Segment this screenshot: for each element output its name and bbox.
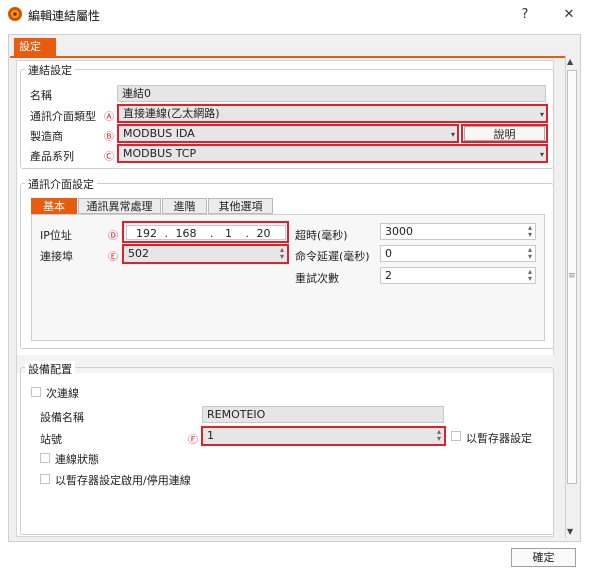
- use-register-label: 以暫存器設定: [466, 432, 532, 445]
- marker-b: Ⓑ: [104, 132, 114, 143]
- name-label: 名稱: [30, 89, 52, 102]
- secondary-checkbox[interactable]: [31, 387, 41, 397]
- series-label: 產品系列: [30, 150, 74, 163]
- link-status-checkbox[interactable]: [40, 453, 50, 463]
- cmd-delay-spinner[interactable]: 0 ▴ ▾: [380, 245, 536, 262]
- iface-type-select[interactable]: 直接連線(乙太網路) ▾: [117, 104, 548, 123]
- ip-octet-1[interactable]: 192: [136, 227, 157, 239]
- ip-octet-3[interactable]: 1: [225, 227, 232, 239]
- ip-octet-2[interactable]: 168: [176, 227, 197, 239]
- secondary-label: 次連線: [46, 387, 79, 400]
- help-button[interactable]: ?: [512, 4, 538, 26]
- marker-e: Ⓔ: [108, 252, 118, 263]
- marker-d: Ⓓ: [108, 231, 118, 242]
- ip-label: IP位址: [40, 229, 72, 242]
- retry-label: 重試次數: [295, 272, 339, 285]
- spinner-arrows-icon[interactable]: ▴ ▾: [437, 428, 441, 443]
- comm-group-title: 通訊介面設定: [25, 176, 97, 192]
- app-icon: [8, 7, 22, 21]
- use-register-checkbox[interactable]: [451, 431, 461, 441]
- ip-dot: .: [164, 227, 169, 240]
- port-value: 502: [128, 247, 149, 260]
- dropdown-arrow-icon: ▾: [539, 150, 544, 159]
- spinner-arrows-icon[interactable]: ▴ ▾: [528, 268, 532, 283]
- marker-f: Ⓕ: [188, 435, 198, 446]
- station-value: 1: [207, 429, 214, 442]
- ip-dot: .: [245, 227, 250, 240]
- window-title: 編輯連結屬性: [28, 9, 101, 23]
- spinner-arrows-icon[interactable]: ▴ ▾: [528, 224, 532, 239]
- tab-advanced[interactable]: 進階: [162, 198, 207, 214]
- station-label: 站號: [40, 433, 62, 446]
- tab-basic[interactable]: 基本: [31, 198, 77, 214]
- ok-button[interactable]: 確定: [511, 548, 576, 567]
- maker-select[interactable]: MODBUS IDA ▾: [117, 124, 459, 143]
- retry-spinner[interactable]: 2 ▴ ▾: [380, 267, 536, 284]
- station-spinner[interactable]: 1 ▴ ▾: [201, 426, 446, 446]
- marker-c: Ⓒ: [104, 152, 114, 163]
- scroll-up-icon[interactable]: ▲: [567, 57, 573, 66]
- ip-octet-4[interactable]: 20: [257, 227, 271, 239]
- cmd-delay-label: 命令延遲(毫秒): [295, 250, 370, 263]
- device-group-title: 設備配置: [25, 361, 75, 377]
- connection-group-title: 連結設定: [25, 62, 75, 78]
- register-enable-label: 以暫存器設定啟用/停用連線: [55, 474, 191, 487]
- spinner-arrows-icon[interactable]: ▴ ▾: [280, 246, 284, 261]
- series-value: MODBUS TCP: [123, 147, 197, 160]
- port-label: 連接埠: [40, 250, 73, 263]
- cmd-delay-value: 0: [385, 247, 392, 260]
- dropdown-arrow-icon: ▾: [450, 130, 455, 139]
- timeout-label: 超時(毫秒): [295, 229, 348, 242]
- tab-other[interactable]: 其他選項: [208, 198, 273, 214]
- maker-value: MODBUS IDA: [123, 127, 195, 140]
- spinner-arrows-icon[interactable]: ▴ ▾: [528, 246, 532, 261]
- device-name-label: 設備名稱: [40, 411, 84, 424]
- register-enable-checkbox[interactable]: [40, 474, 50, 484]
- explain-button[interactable]: 說明: [464, 126, 545, 141]
- timeout-spinner[interactable]: 3000 ▴ ▾: [380, 223, 536, 240]
- device-name-field[interactable]: REMOTEIO: [202, 406, 444, 423]
- port-spinner[interactable]: 502 ▴ ▾: [122, 244, 289, 264]
- iface-type-label: 通訊介面類型: [30, 110, 96, 123]
- maker-label: 製造商: [30, 130, 63, 143]
- scroll-down-icon[interactable]: ▼: [567, 527, 573, 536]
- device-group: [20, 367, 554, 535]
- tab-underline: [10, 56, 566, 58]
- ip-address-input[interactable]: 192 . 168 . 1 . 20: [126, 225, 286, 240]
- grip-icon: ≡: [568, 271, 576, 281]
- ip-dot: .: [210, 227, 214, 240]
- close-button[interactable]: ✕: [556, 4, 582, 26]
- name-field[interactable]: 連結0: [117, 85, 546, 102]
- timeout-value: 3000: [385, 225, 413, 238]
- link-status-label: 連線狀態: [55, 453, 99, 466]
- tab-settings[interactable]: 設定: [14, 38, 56, 56]
- retry-value: 2: [385, 269, 392, 282]
- marker-a: Ⓐ: [104, 112, 114, 123]
- dropdown-arrow-icon: ▾: [539, 110, 544, 119]
- iface-type-value: 直接連線(乙太網路): [123, 107, 220, 120]
- series-select[interactable]: MODBUS TCP ▾: [117, 144, 548, 163]
- tab-comm-error[interactable]: 通訊異常處理: [78, 198, 161, 214]
